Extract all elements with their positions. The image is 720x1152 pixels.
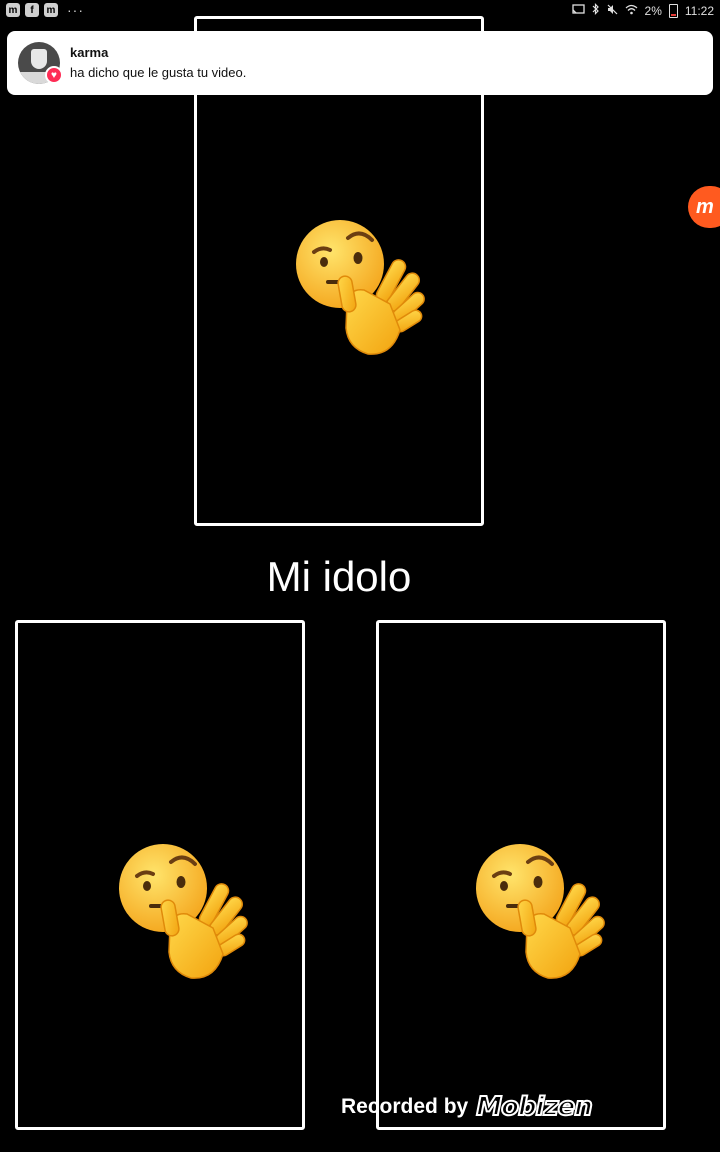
- flipboard-icon: f: [25, 3, 39, 17]
- club-crest-icon: [31, 49, 47, 69]
- video-caption: Mi idolo: [266, 553, 412, 600]
- mobizen-icon: m: [44, 3, 58, 17]
- heart-icon: ♥: [45, 66, 63, 84]
- wifi-icon: [625, 4, 638, 18]
- mute-icon: [607, 4, 618, 18]
- mobizen-icon: m: [6, 3, 20, 17]
- watermark-label: Recorded by: [341, 1095, 469, 1118]
- bluetooth-icon: [592, 3, 600, 18]
- notification-message: ha dicho que le gusta tu video.: [70, 65, 247, 80]
- mobizen-logo: Mobizen: [475, 1091, 594, 1123]
- thinking-wave-emoji-icon: [296, 220, 425, 355]
- thinking-wave-emoji-icon: [476, 844, 605, 979]
- like-notification-banner[interactable]: ♥ karma ha dicho que le gusta tu video.: [7, 31, 713, 95]
- cast-icon: [571, 3, 585, 18]
- clock: 11:22: [684, 3, 714, 18]
- status-bar-left: m f m ···: [6, 3, 84, 17]
- mobizen-floating-button[interactable]: m: [688, 186, 720, 228]
- battery-percent: 2%: [644, 3, 662, 18]
- notification-username: karma: [70, 45, 109, 60]
- recording-watermark: Recorded by Mobizen: [341, 1091, 594, 1123]
- battery-icon: [668, 3, 678, 18]
- thinking-wave-emoji-icon: [119, 844, 248, 979]
- status-bar-right: 2% 11:22: [571, 3, 714, 18]
- more-notifications-icon: ···: [67, 2, 84, 18]
